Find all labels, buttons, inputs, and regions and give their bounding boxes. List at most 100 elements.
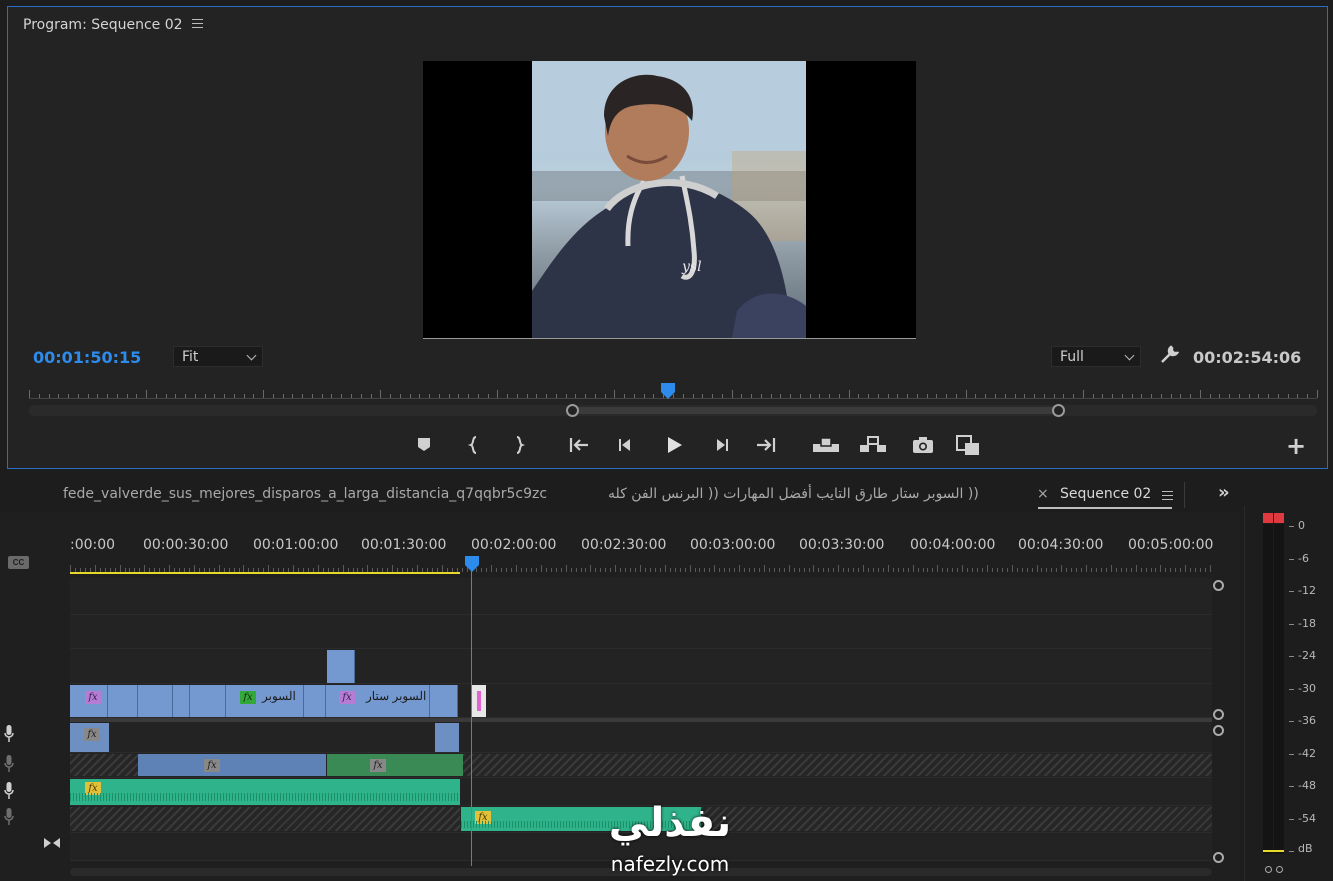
microphone-icon[interactable] (4, 808, 14, 826)
video-clip[interactable] (190, 685, 226, 717)
ruler-tick (975, 394, 976, 398)
mark-in-button[interactable] (466, 435, 482, 455)
scrollbar-handle[interactable] (1213, 852, 1224, 863)
captions-icon[interactable]: CC (8, 556, 29, 569)
person-image: ysl (532, 61, 806, 338)
ruler-tick (1081, 568, 1082, 572)
panel-menu-icon[interactable] (1162, 491, 1173, 500)
tab-sequence-02[interactable]: Sequence 02 (1060, 486, 1151, 502)
audio-clip[interactable]: fx (138, 754, 326, 776)
scrollbar-handle[interactable] (1213, 725, 1224, 736)
fx-badge[interactable]: fx (240, 691, 256, 704)
zoom-scroll-thumb[interactable] (573, 407, 1059, 414)
program-playhead[interactable] (661, 383, 675, 404)
disabled-region (701, 807, 1212, 831)
ruler-tick (813, 565, 814, 572)
close-tab-icon[interactable]: × (1037, 486, 1049, 502)
meter-tick (1289, 591, 1294, 592)
ruler-tick (546, 568, 547, 572)
go-to-in-button[interactable] (568, 435, 590, 455)
ruler-tick (804, 568, 805, 572)
fit-dropdown[interactable]: Fit (173, 346, 263, 367)
track-a1[interactable]: fx (70, 722, 1212, 753)
step-back-button[interactable] (616, 435, 636, 455)
microphone-icon[interactable] (4, 782, 14, 800)
play-button[interactable] (664, 435, 684, 455)
ruler-tick (380, 390, 381, 398)
video-clip[interactable] (430, 685, 458, 717)
add-button[interactable]: + (1286, 434, 1306, 458)
mark-in-icon (467, 436, 477, 454)
step-forward-button[interactable] (711, 435, 731, 455)
resolution-dropdown[interactable]: Full (1051, 346, 1141, 367)
work-area-bar[interactable] (70, 572, 460, 574)
ruler-tick (486, 568, 487, 572)
audio-clip[interactable]: fx (70, 779, 460, 805)
export-frame-button[interactable] (912, 435, 934, 455)
watermark-latin: nafezly.com (610, 852, 730, 876)
timeline-playhead-line[interactable] (471, 570, 472, 866)
video-clip[interactable] (138, 685, 173, 717)
zoom-left-handle[interactable] (566, 404, 579, 417)
ruler-tick (997, 568, 998, 572)
video-clip[interactable]: fx السوبر ستار (326, 685, 430, 717)
track-v2[interactable] (70, 649, 1212, 684)
audio-clip[interactable]: fx (70, 723, 109, 752)
video-clip[interactable] (173, 685, 190, 717)
track-v3[interactable] (70, 615, 1212, 649)
mark-out-icon (516, 436, 526, 454)
tab-arabic-sequence[interactable]: (( السوبر ستار طارق التايب أفضل المهارات… (608, 486, 988, 502)
scrollbar-handle[interactable] (1213, 580, 1224, 591)
timeline-playhead-head[interactable] (464, 556, 480, 577)
fx-badge[interactable]: fx (204, 759, 220, 772)
ruler-tick (331, 394, 332, 398)
fx-badge[interactable]: fx (339, 691, 355, 704)
ruler-tick (1091, 568, 1092, 572)
mark-out-button[interactable] (511, 435, 527, 455)
ruler-tick (838, 565, 839, 572)
scrollbar-handle[interactable] (1213, 709, 1224, 720)
ruler-tick (1175, 568, 1176, 572)
track-v1[interactable]: fx fx السوبر fx السوبر ستار (70, 684, 1212, 718)
audio-clip[interactable]: fx (327, 754, 463, 776)
solo-left-button[interactable] (1265, 866, 1272, 873)
tab-divider (1184, 482, 1185, 508)
panel-overflow-icon[interactable]: » (1218, 482, 1230, 503)
clip-indicator-left[interactable] (1263, 513, 1273, 523)
graphic-clip[interactable] (472, 685, 486, 717)
sync-lock-icon[interactable] (43, 837, 61, 849)
ruler-tick (49, 394, 50, 398)
ruler-tick (468, 394, 469, 398)
video-clip[interactable] (108, 685, 138, 717)
clip-indicator-right[interactable] (1274, 513, 1284, 523)
wrench-icon[interactable] (1159, 345, 1179, 365)
playhead-timecode[interactable]: 00:01:50:15 (33, 348, 141, 367)
zoom-scroll-bar[interactable] (29, 404, 1317, 417)
track-v4[interactable] (70, 578, 1212, 615)
add-marker-button[interactable] (416, 435, 432, 455)
ruler-tick (695, 568, 696, 572)
video-clip[interactable]: fx (70, 685, 108, 717)
microphone-icon[interactable] (4, 725, 14, 743)
meter-tick (1289, 753, 1294, 755)
track-a2[interactable]: fx fx (70, 753, 1212, 778)
audio-clip[interactable] (435, 723, 459, 752)
timeline-ruler-ticks[interactable] (70, 562, 1211, 572)
panel-menu-icon[interactable] (192, 19, 203, 28)
zoom-right-handle[interactable] (1052, 404, 1065, 417)
video-clip[interactable] (327, 650, 355, 683)
microphone-icon[interactable] (4, 755, 14, 773)
go-to-out-button[interactable] (755, 435, 777, 455)
solo-right-button[interactable] (1276, 866, 1283, 873)
fx-badge[interactable]: fx (84, 728, 100, 741)
video-clip[interactable] (304, 685, 326, 717)
extract-button[interactable] (859, 435, 887, 455)
video-clip[interactable]: fx السوبر (226, 685, 304, 717)
lift-button[interactable] (812, 435, 840, 455)
tab-fede-valverde[interactable]: fede_valverde_sus_mejores_disparos_a_lar… (63, 486, 547, 502)
fx-badge[interactable]: fx (85, 691, 101, 704)
waveform (70, 793, 460, 801)
fx-badge[interactable]: fx (370, 759, 386, 772)
comparison-view-button[interactable] (955, 435, 983, 455)
ruler-tick (712, 394, 713, 398)
